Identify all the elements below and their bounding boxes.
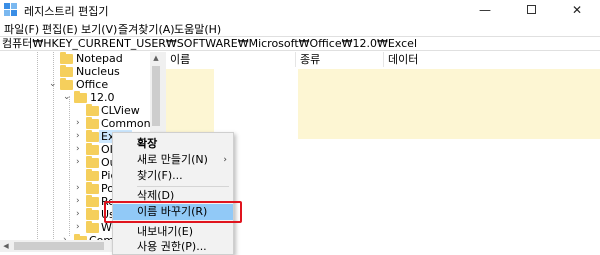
tree-item-label: Common (101, 117, 151, 130)
menu-item-export[interactable]: 내보내기(E) (113, 224, 233, 240)
maximize-button[interactable] (508, 0, 554, 20)
expand-arrow-icon[interactable]: › (76, 156, 80, 169)
expand-arrow-icon[interactable]: › (76, 221, 80, 234)
tree-item-label: Notepad (76, 52, 123, 65)
highlighted-value-name (166, 69, 214, 139)
folder-icon (60, 78, 73, 90)
close-button[interactable]: ✕ (554, 0, 600, 20)
scrollbar-thumb[interactable] (14, 242, 104, 250)
folder-icon (86, 195, 99, 207)
window-title: 레지스트리 편집기 (24, 5, 109, 18)
tree-item-label: CLView (101, 104, 140, 117)
folder-icon (60, 52, 73, 64)
context-menu: 확장 새로 만들기(N) › 찾기(F)... 삭제(D) 이름 바꾸기(R) … (112, 132, 234, 255)
column-header-name[interactable]: 이름 (166, 52, 296, 67)
menu-item-expand[interactable]: 확장 (113, 136, 233, 152)
highlighted-value-data (298, 69, 600, 139)
folder-icon (86, 221, 99, 233)
folder-icon (74, 91, 87, 103)
tree-item-label: Nucleus (76, 65, 120, 78)
menu-item-find[interactable]: 찾기(F)... (113, 168, 233, 184)
folder-icon (86, 156, 99, 168)
submenu-arrow-icon: › (223, 155, 227, 165)
tree-guide-line (69, 96, 70, 236)
menu-bar: 파일(F) 편집(E) 보기(V) 즐겨찾기(A) 도움말(H) (0, 20, 600, 36)
folder-icon (60, 65, 73, 77)
menu-separator (137, 186, 229, 187)
menu-edit[interactable]: 편집(E) (42, 21, 78, 37)
menu-item-permissions[interactable]: 사용 권한(P)... (113, 239, 233, 255)
tree-item-label: Office (76, 78, 109, 91)
collapse-arrow-icon[interactable]: ⌄ (49, 78, 57, 91)
expand-arrow-icon[interactable]: › (76, 182, 80, 195)
registry-editor-icon (4, 3, 18, 17)
minimize-button[interactable]: — (462, 0, 508, 20)
folder-icon (86, 208, 99, 220)
folder-icon (86, 117, 99, 129)
column-header-type[interactable]: 종류 (296, 52, 384, 67)
folder-icon (86, 104, 99, 116)
menu-file[interactable]: 파일(F) (4, 21, 39, 37)
menu-favorites[interactable]: 즐겨찾기(A) (118, 21, 175, 37)
collapse-arrow-icon[interactable]: ⌄ (63, 91, 71, 104)
expand-arrow-icon[interactable]: › (76, 130, 80, 143)
close-icon: ✕ (571, 3, 583, 17)
rename-callout-highlight (104, 201, 242, 223)
expand-arrow-icon[interactable]: › (76, 143, 80, 156)
minimize-icon: — (479, 3, 491, 17)
title-bar: 레지스트리 편집기 — ✕ (0, 0, 600, 20)
menu-item-new[interactable]: 새로 만들기(N) › (113, 152, 233, 168)
folder-icon (86, 182, 99, 194)
expand-arrow-icon[interactable]: › (76, 117, 80, 130)
tree-item-label: 12.0 (90, 91, 115, 104)
scroll-left-icon[interactable]: ◀ (0, 240, 12, 252)
tree-guide-line (37, 52, 38, 247)
menu-view[interactable]: 보기(V) (81, 21, 117, 37)
folder-icon (86, 143, 99, 155)
folder-icon (86, 130, 99, 142)
menu-help[interactable]: 도움말(H) (174, 21, 221, 37)
address-bar[interactable]: 컴퓨터₩HKEY_CURRENT_USER₩SOFTWARE₩Microsoft… (0, 36, 600, 51)
expand-arrow-icon[interactable]: › (76, 208, 80, 221)
column-header-data[interactable]: 데이터 (384, 52, 600, 67)
expand-arrow-icon[interactable]: › (76, 195, 80, 208)
menu-item-label: 새로 만들기(N) (137, 153, 208, 166)
folder-icon (86, 169, 99, 181)
scroll-up-icon[interactable]: ▲ (150, 52, 162, 64)
maximize-icon (526, 5, 536, 14)
scrollbar-thumb[interactable] (152, 66, 160, 126)
